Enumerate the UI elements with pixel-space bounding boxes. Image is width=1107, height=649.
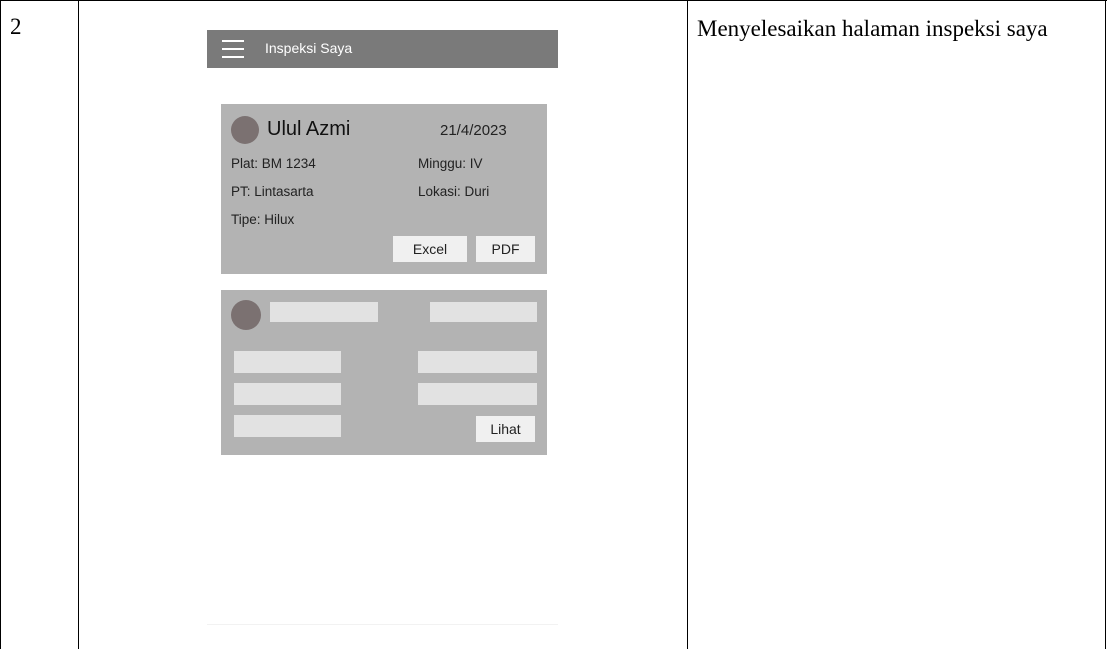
export-excel-button[interactable]: Excel — [393, 236, 467, 262]
field-placeholder — [418, 351, 537, 373]
week-label: Minggu: IV — [418, 156, 483, 171]
row-description: Menyelesaikan halaman inspeksi saya — [697, 16, 1048, 41]
export-pdf-button[interactable]: PDF — [476, 236, 535, 262]
field-placeholder — [234, 351, 341, 373]
table-left-border — [0, 0, 1, 649]
inspection-card-placeholder[interactable]: Lihat — [221, 290, 547, 455]
table-right-border — [1105, 0, 1106, 649]
table-top-border — [0, 0, 1107, 1]
inspection-date: 21/4/2023 — [440, 122, 507, 139]
vehicle-type-label: Tipe: Hilux — [231, 212, 295, 227]
plate-number: Plat: BM 1234 — [231, 156, 316, 171]
hamburger-menu-icon[interactable] — [222, 40, 244, 58]
phone-mockup: Inspeksi Saya Ulul Azmi 21/4/2023 Plat: … — [207, 30, 558, 625]
location-label: Lokasi: Duri — [418, 184, 490, 199]
date-placeholder — [430, 302, 537, 322]
inspector-name: Ulul Azmi — [267, 118, 351, 140]
avatar — [231, 116, 259, 144]
field-placeholder — [234, 415, 341, 437]
inspection-card[interactable]: Ulul Azmi 21/4/2023 Plat: BM 1234 Minggu… — [221, 104, 547, 274]
avatar — [231, 300, 261, 330]
field-placeholder — [418, 383, 537, 405]
app-bar-title: Inspeksi Saya — [265, 40, 353, 56]
field-placeholder — [234, 383, 341, 405]
mockup-bottom-edge — [207, 624, 558, 625]
table-column-divider-2 — [687, 0, 688, 649]
company-label: PT: Lintasarta — [231, 184, 314, 199]
table-column-divider-1 — [78, 0, 79, 649]
row-number: 2 — [10, 14, 22, 39]
app-bar: Inspeksi Saya — [207, 30, 558, 68]
name-placeholder — [270, 302, 378, 322]
view-button[interactable]: Lihat — [476, 416, 535, 442]
